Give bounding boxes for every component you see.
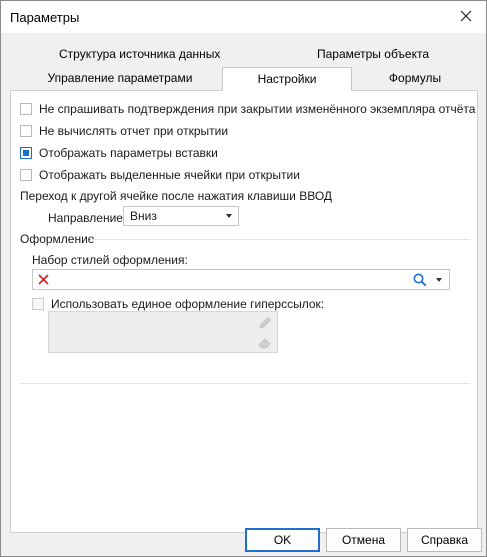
pencil-icon[interactable]: [257, 315, 273, 331]
tab-parameter-management[interactable]: Управление параметрами: [41, 67, 199, 89]
close-button[interactable]: [446, 1, 486, 31]
option-show-selected-cells[interactable]: Отображать выделенные ячейки при открыти…: [20, 168, 300, 182]
no-calc-on-open-label: Не вычислять отчет при открытии: [39, 124, 229, 138]
option-show-insert-params[interactable]: Отображать параметры вставки: [20, 146, 218, 160]
no-confirm-close-checkbox[interactable]: [20, 103, 32, 115]
show-selected-cells-label: Отображать выделенные ячейки при открыти…: [39, 168, 300, 182]
show-insert-params-checkbox[interactable]: [20, 147, 32, 159]
enter-move-heading: Переход к другой ячейке после нажатия кл…: [20, 189, 333, 203]
clear-icon[interactable]: [38, 274, 49, 285]
title-bar: Параметры: [1, 1, 486, 33]
search-icon[interactable]: [413, 273, 427, 287]
option-no-confirm-close[interactable]: Не спрашивать подтверждения при закрытии…: [20, 102, 475, 116]
tab-object-parameters[interactable]: Параметры объекта: [306, 43, 440, 65]
design-heading: Оформление: [20, 232, 95, 246]
direction-select[interactable]: Вниз: [123, 206, 239, 226]
design-divider: [90, 239, 470, 240]
style-set-label: Набор стилей оформления:: [32, 253, 188, 267]
chevron-down-icon: [226, 214, 232, 218]
help-button[interactable]: Справка: [407, 528, 482, 552]
dialog-window: Параметры Структура источника данных Пар…: [0, 0, 487, 557]
close-icon: [460, 10, 472, 22]
ok-button[interactable]: OK: [245, 528, 320, 552]
direction-label: Направление:: [48, 211, 127, 225]
no-calc-on-open-checkbox[interactable]: [20, 125, 32, 137]
chevron-down-icon: [436, 278, 442, 282]
settings-panel: Не спрашивать подтверждения при закрытии…: [10, 90, 478, 533]
option-no-calc-on-open[interactable]: Не вычислять отчет при открытии: [20, 124, 228, 138]
unified-hyperlinks-label: Использовать единое оформление гиперссыл…: [51, 297, 325, 311]
hyperlink-style-preview: [48, 311, 278, 353]
direction-value: Вниз: [130, 209, 157, 223]
tab-data-source-structure[interactable]: Структура источника данных: [59, 43, 220, 65]
no-confirm-close-label: Не спрашивать подтверждения при закрытии…: [39, 102, 476, 116]
dialog-body: Структура источника данных Параметры объ…: [1, 33, 486, 556]
cancel-button[interactable]: Отмена: [326, 528, 401, 552]
tab-formulas[interactable]: Формулы: [375, 67, 455, 89]
option-unified-hyperlinks[interactable]: Использовать единое оформление гиперссыл…: [32, 297, 324, 311]
show-insert-params-label: Отображать параметры вставки: [39, 146, 218, 160]
show-selected-cells-checkbox[interactable]: [20, 169, 32, 181]
eraser-icon[interactable]: [257, 335, 273, 351]
style-set-combo[interactable]: [32, 269, 450, 290]
panel-divider: [20, 383, 470, 384]
dialog-title: Параметры: [10, 10, 80, 25]
tab-settings[interactable]: Настройки: [222, 67, 352, 91]
unified-hyperlinks-checkbox[interactable]: [32, 298, 44, 310]
